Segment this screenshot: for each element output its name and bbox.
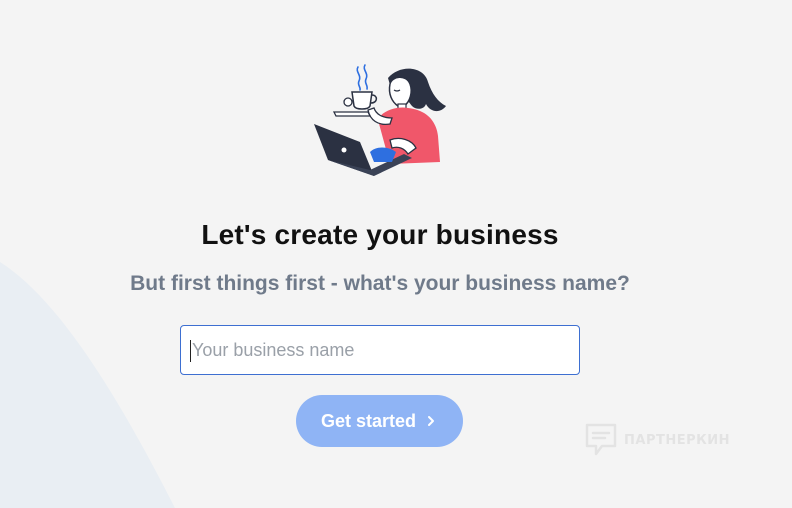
woman-with-coffee-and-laptop-illustration — [314, 64, 446, 176]
get-started-button[interactable]: Get started — [296, 395, 463, 447]
business-name-input[interactable] — [181, 326, 579, 374]
page-subtitle: But first things first - what's your bus… — [130, 272, 630, 295]
chat-bubble-logo-icon — [585, 423, 617, 456]
business-name-field-wrapper — [180, 325, 580, 375]
create-business-page: Let's create your business But first thi… — [0, 0, 792, 508]
page-title: Let's create your business — [201, 219, 559, 250]
chevron-right-icon — [428, 416, 435, 426]
watermark-text: ПАРТНЕРКИН — [624, 432, 731, 448]
text-caret — [190, 340, 191, 362]
watermark: ПАРТНЕРКИН — [584, 422, 730, 458]
get-started-button-label: Get started — [320, 410, 417, 431]
